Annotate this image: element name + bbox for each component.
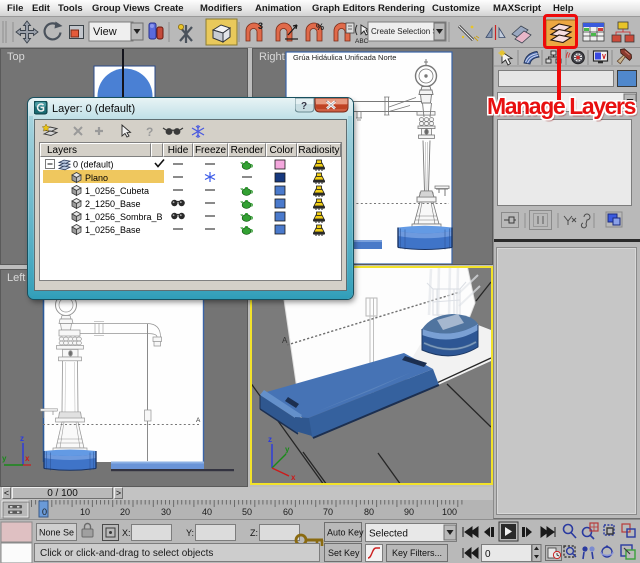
svg-text:A: A [282, 336, 288, 345]
svg-text:Click or click-and-drag to sel: Click or click-and-drag to select object… [40, 548, 213, 559]
svg-text:30: 30 [161, 507, 171, 517]
svg-text:Y:: Y: [186, 528, 194, 538]
svg-text:60: 60 [283, 507, 293, 517]
svg-text:1_0256_Cubeta: 1_0256_Cubeta [85, 186, 149, 196]
svg-text:50: 50 [242, 507, 252, 517]
svg-text:0 (default): 0 (default) [73, 160, 114, 170]
svg-text:Layer: 0 (default): Layer: 0 (default) [52, 103, 135, 115]
svg-text:y: y [285, 445, 290, 454]
svg-text:1_0256_Sombra_B: 1_0256_Sombra_B [85, 212, 163, 222]
svg-text:40: 40 [202, 507, 212, 517]
svg-text:y: y [2, 454, 7, 463]
svg-text:100: 100 [442, 507, 457, 517]
svg-text:?: ? [301, 101, 307, 112]
svg-text:Selected: Selected [369, 529, 408, 540]
svg-text:90: 90 [404, 507, 414, 517]
svg-text:ABC: ABC [355, 38, 369, 45]
svg-text:z: z [20, 434, 24, 443]
svg-text:1_0256_Base: 1_0256_Base [85, 225, 141, 235]
svg-text:X:: X: [122, 528, 131, 538]
svg-text:70: 70 [323, 507, 333, 517]
svg-text:Key Filters...: Key Filters... [392, 548, 442, 558]
svg-text:%: % [316, 22, 324, 32]
svg-text:10: 10 [80, 507, 90, 517]
svg-text:Plano: Plano [85, 173, 108, 183]
svg-text:z: z [268, 435, 272, 444]
svg-text:2_1250_Base: 2_1250_Base [85, 199, 141, 209]
svg-text:Auto Key: Auto Key [327, 528, 364, 538]
svg-text:x: x [25, 454, 30, 463]
svg-text:0: 0 [42, 507, 47, 517]
svg-text:Z:: Z: [250, 528, 258, 538]
svg-text:20: 20 [120, 507, 130, 517]
svg-text:None Se: None Se [39, 528, 74, 538]
svg-text:3: 3 [258, 21, 263, 31]
svg-text:0: 0 [485, 549, 491, 560]
svg-text:80: 80 [364, 507, 374, 517]
svg-text:Grúa Hidáulica Unificada Norte: Grúa Hidáulica Unificada Norte [293, 53, 396, 62]
svg-text:Set Key: Set Key [328, 548, 360, 558]
svg-text:A: A [196, 417, 201, 424]
svg-text:x: x [291, 473, 296, 482]
svg-text:View: View [93, 26, 117, 38]
svg-text:?: ? [146, 125, 153, 139]
